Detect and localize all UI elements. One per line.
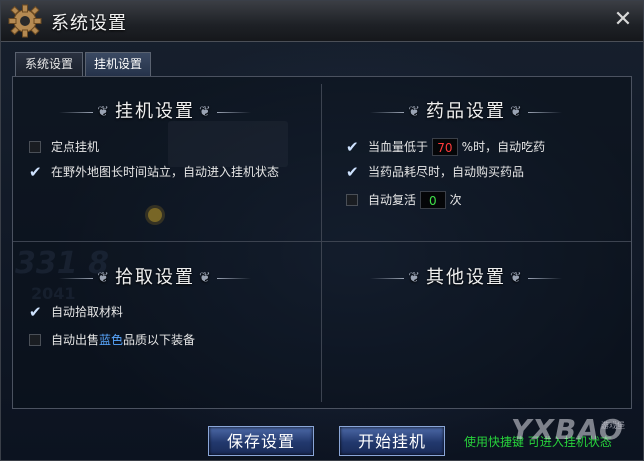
ornament-icon: ❦	[199, 270, 213, 286]
option-label: 当药品耗尽时，自动购买药品	[368, 165, 525, 179]
ornament-icon: ❦	[97, 104, 111, 120]
checkmark-icon: ✔	[346, 163, 359, 181]
revive-count-input[interactable]: 0	[419, 191, 446, 209]
hp-threshold-suffix: %时，自动吃药	[461, 140, 546, 154]
option-label: 自动拾取材料	[51, 305, 124, 319]
section-title-pickup: ❦ 拾取设置 ❦	[45, 263, 265, 289]
fixed-point-afk-checkbox[interactable]	[29, 141, 41, 153]
ornament-line	[59, 111, 94, 113]
option-label: 定点挂机	[51, 140, 100, 154]
auto-sell-text: 自动出售蓝色品质以下装备	[51, 331, 195, 349]
ornament-icon: ❦	[97, 270, 111, 286]
section-title-potion-text: 药品设置	[426, 101, 506, 122]
section-title-potion: ❦ 药品设置 ❦	[356, 97, 576, 123]
section-title-pickup-text: 拾取设置	[115, 267, 195, 288]
ornament-line	[527, 111, 562, 113]
checkmark-icon: ✔	[29, 163, 42, 181]
section-title-other-text: 其他设置	[426, 267, 506, 288]
checkmark-icon: ✔	[346, 138, 359, 156]
ornament-line	[216, 111, 251, 113]
tab-system-settings[interactable]: 系统设置	[15, 52, 83, 76]
ornament-line	[370, 277, 405, 279]
ornament-icon: ❦	[408, 270, 422, 286]
hp-threshold-text: 当血量低于 70 %时，自动吃药	[368, 138, 545, 156]
auto-revive-text: 自动复活 0 次	[368, 191, 462, 209]
gear-icon	[8, 4, 42, 38]
auto-revive-suffix: 次	[449, 193, 462, 207]
auto-sell-prefix: 自动出售	[51, 333, 100, 347]
ornament-line	[216, 277, 251, 279]
auto-revive-checkbox[interactable]	[346, 194, 358, 206]
window-title: 系统设置	[51, 13, 127, 34]
ornament-line	[370, 111, 405, 113]
section-title-afk-text: 挂机设置	[115, 101, 195, 122]
ornament-line	[59, 277, 94, 279]
settings-window: 331 8 2041 系统设置 ✕ 系统设置 挂机设置	[0, 0, 644, 461]
horizontal-divider	[13, 241, 631, 242]
hp-threshold-checkbox[interactable]: ✔	[346, 138, 359, 156]
tab-afk-settings[interactable]: 挂机设置	[85, 52, 151, 76]
auto-sell-checkbox[interactable]	[29, 334, 41, 346]
quality-color-word: 蓝色	[99, 333, 124, 347]
ornament-icon: ❦	[510, 270, 524, 286]
auto-pickup-checkbox[interactable]: ✔	[29, 303, 42, 321]
auto-buy-checkbox[interactable]: ✔	[346, 163, 359, 181]
watermark-sub: 游戏堡	[601, 421, 625, 430]
close-button[interactable]: ✕	[609, 7, 637, 33]
ornament-icon: ❦	[510, 104, 524, 120]
ornament-icon: ❦	[408, 104, 422, 120]
hp-threshold-input[interactable]: 70	[431, 138, 458, 156]
auto-revive-label: 自动复活	[368, 193, 417, 207]
vertical-divider	[321, 84, 322, 402]
settings-panel	[12, 76, 632, 409]
start-afk-button[interactable]: 开始挂机	[339, 426, 445, 456]
auto-afk-checkbox[interactable]: ✔	[29, 163, 42, 181]
title-bar[interactable]: 系统设置 ✕	[1, 1, 643, 42]
section-title-afk: ❦ 挂机设置 ❦	[45, 97, 265, 123]
hp-threshold-prefix: 当血量低于	[368, 140, 429, 154]
section-title-other: ❦ 其他设置 ❦	[356, 263, 576, 289]
option-label: 在野外地图长时间站立，自动进入挂机状态	[51, 165, 280, 179]
save-settings-button[interactable]: 保存设置	[208, 426, 314, 456]
ornament-icon: ❦	[199, 104, 213, 120]
auto-sell-suffix: 品质以下装备	[123, 333, 196, 347]
checkmark-icon: ✔	[29, 303, 42, 321]
ornament-line	[527, 277, 562, 279]
